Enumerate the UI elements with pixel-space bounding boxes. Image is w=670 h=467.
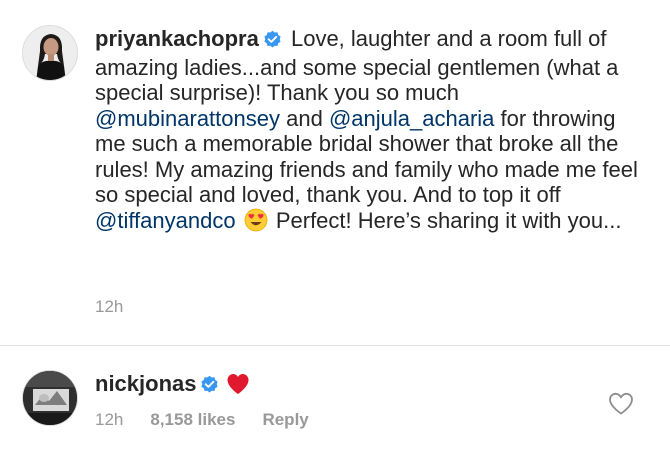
caption-segment: Love, laughter and a room (290, 26, 548, 51)
heart-eyes-emoji-icon (244, 208, 268, 238)
caption-segment: and (286, 105, 323, 131)
mention-link[interactable]: @anjula_acharia (329, 106, 494, 131)
mention-link[interactable]: @mubinarattonsey (95, 106, 280, 131)
caption-text: priyankachopra Love, laughter and a room… (95, 26, 650, 237)
comment-meta: 12h 8,158 likes Reply (95, 410, 309, 430)
profile-photo-icon (23, 26, 77, 80)
caption-timestamp: 12h (95, 297, 124, 316)
heart-outline-icon[interactable] (608, 392, 634, 416)
instagram-comments-panel: priyankachopra Love, laughter and a room… (0, 0, 670, 467)
reply-button[interactable]: Reply (262, 410, 308, 429)
avatar[interactable] (22, 370, 78, 426)
post-caption: priyankachopra Love, laughter and a room… (0, 0, 670, 346)
red-heart-emoji-icon (226, 373, 250, 401)
verified-badge-icon (200, 374, 219, 400)
verified-badge-icon (263, 29, 282, 55)
likes-count[interactable]: 8,158 likes (150, 410, 235, 429)
profile-photo-icon (23, 371, 77, 425)
caption-username[interactable]: priyankachopra (95, 26, 259, 51)
comment-text: nickjonas (95, 371, 250, 401)
avatar[interactable] (22, 25, 78, 81)
caption-segment: Perfect! Here’s sharing it with you... (275, 207, 622, 233)
comment-username[interactable]: nickjonas (95, 371, 196, 396)
mention-link[interactable]: @tiffanyandco (95, 208, 236, 233)
comment-timestamp: 12h (95, 410, 124, 429)
